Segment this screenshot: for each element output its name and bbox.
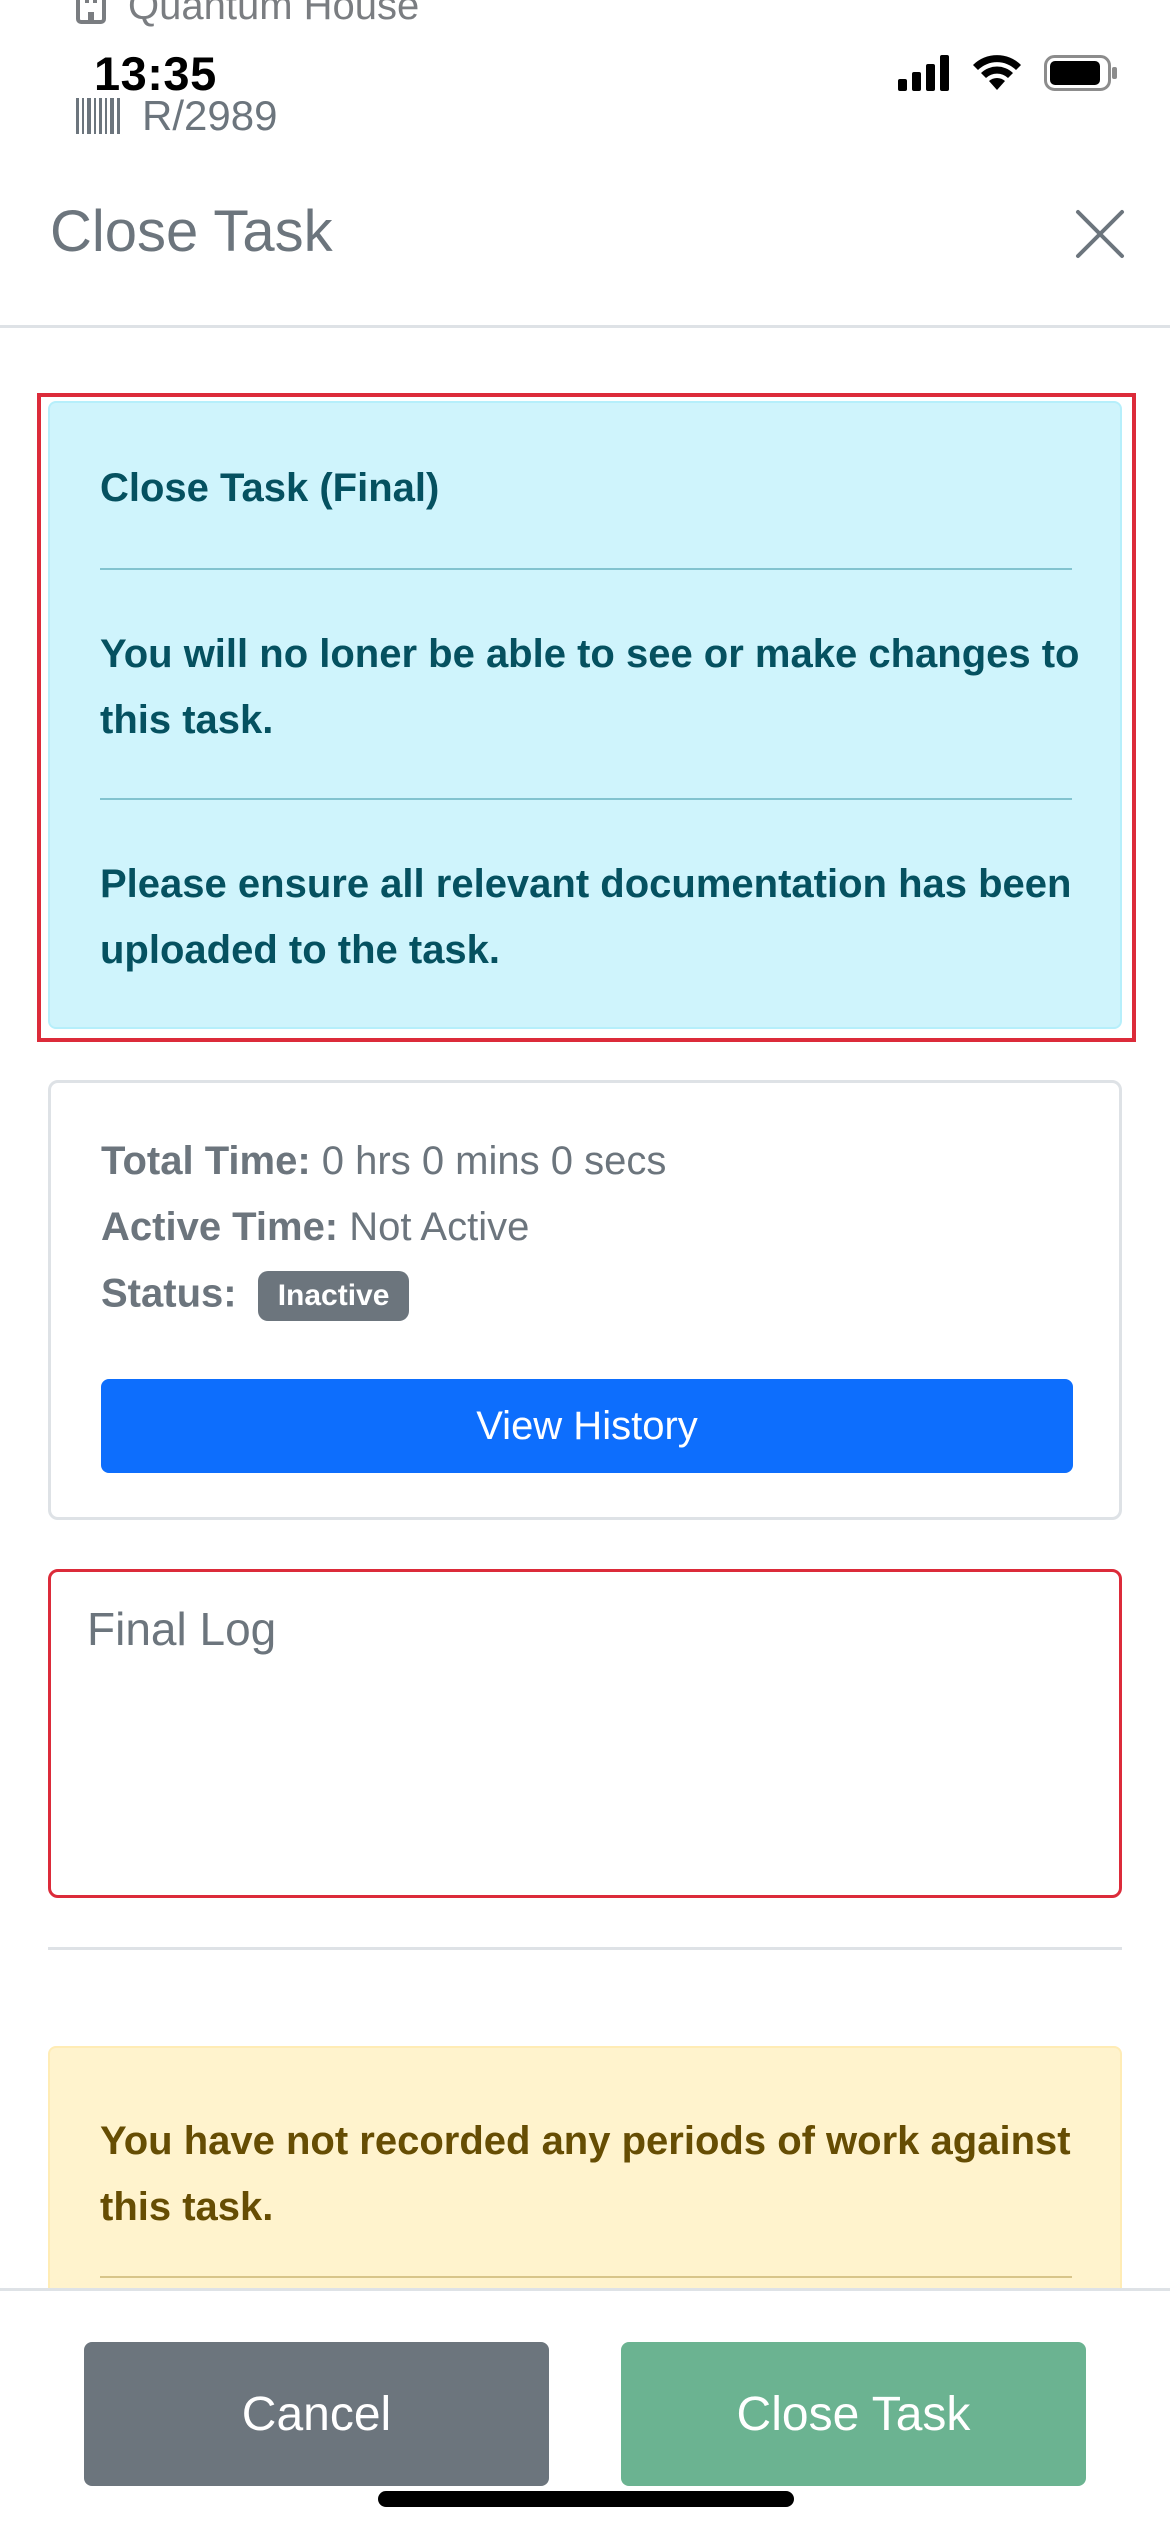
cellular-signal-icon	[898, 55, 949, 91]
alert-message: Please ensure all relevant documentation…	[100, 862, 1072, 972]
alert-divider	[100, 568, 1072, 570]
active-time-value: Not Active	[349, 1205, 530, 1249]
alert-heading: Close Task (Final)	[100, 466, 440, 510]
home-indicator[interactable]	[378, 2491, 794, 2507]
status-bar: Quantum House 13:35 R/2989	[0, 0, 1170, 160]
close-final-alert: Close Task (Final) You will no loner be …	[48, 401, 1122, 1029]
final-log-input[interactable]	[48, 1569, 1122, 1898]
cancel-button[interactable]: Cancel	[84, 2342, 549, 2486]
status-badge: Inactive	[257, 1271, 410, 1321]
building-icon	[76, 0, 106, 24]
warning-divider	[100, 2276, 1072, 2278]
total-time-value: 0 hrs 0 mins 0 secs	[321, 1139, 667, 1183]
no-work-recorded-alert: You have not recorded any periods of wor…	[48, 2046, 1122, 2306]
total-time-label: Total Time:	[101, 1139, 311, 1183]
modal-header: Close Task	[0, 170, 1170, 328]
task-reference-row: R/2989	[76, 92, 277, 140]
active-time-label: Active Time:	[101, 1205, 339, 1249]
alert-divider	[100, 798, 1072, 800]
active-time-row: Active Time: Not Active	[101, 1205, 529, 1250]
warning-message: You have not recorded any periods of wor…	[100, 2119, 1071, 2229]
total-time-row: Total Time: 0 hrs 0 mins 0 secs	[101, 1139, 666, 1184]
barcode-icon	[76, 98, 120, 134]
battery-icon	[1044, 55, 1117, 91]
task-reference: R/2989	[142, 92, 278, 139]
modal-title: Close Task	[50, 199, 333, 264]
close-icon[interactable]	[1072, 206, 1128, 262]
wifi-icon	[973, 55, 1021, 90]
alert-message: You will no loner be able to see or make…	[100, 632, 1080, 742]
location-name: Quantum House	[128, 0, 420, 28]
time-summary-card: Total Time: 0 hrs 0 mins 0 secs Active T…	[48, 1080, 1122, 1520]
system-icons	[898, 54, 1118, 92]
status-row: Status: Inactive	[101, 1271, 410, 1321]
location-row: Quantum House	[76, 0, 419, 29]
section-divider	[48, 1947, 1122, 1950]
close-task-button[interactable]: Close Task	[621, 2342, 1086, 2486]
status-label: Status:	[101, 1271, 237, 1316]
view-history-button[interactable]: View History	[101, 1379, 1073, 1473]
